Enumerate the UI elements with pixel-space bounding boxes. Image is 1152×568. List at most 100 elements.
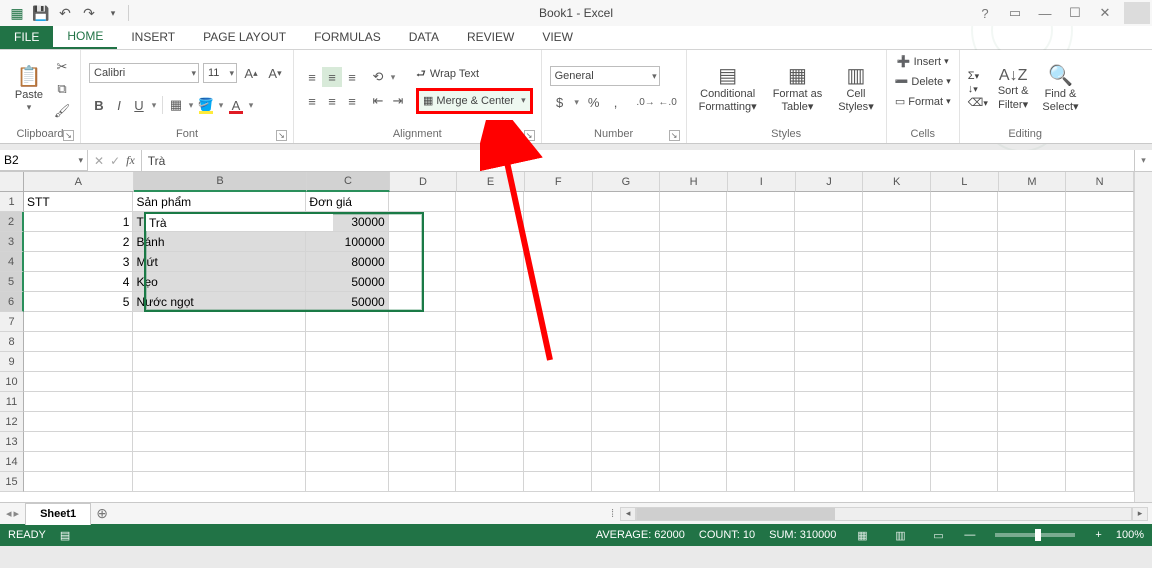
cell-H3[interactable]	[660, 232, 728, 252]
cell-A15[interactable]	[24, 472, 133, 492]
cell-L10[interactable]	[931, 372, 999, 392]
cell-H2[interactable]	[660, 212, 728, 232]
cell-L14[interactable]	[931, 452, 999, 472]
wrap-text-button[interactable]: ⮐ Wrap Text	[416, 65, 533, 84]
user-avatar[interactable]	[1124, 2, 1150, 24]
cell-I11[interactable]	[727, 392, 795, 412]
cell-E5[interactable]	[456, 272, 524, 292]
sort-filter-button[interactable]: A↓Z Sort &Filter▾	[994, 64, 1033, 114]
ribbon-display-button[interactable]: ▭	[1000, 1, 1030, 25]
cell-C15[interactable]	[306, 472, 388, 492]
cell-D15[interactable]	[389, 472, 457, 492]
cell-K1[interactable]	[863, 192, 931, 212]
cell-B9[interactable]	[133, 352, 306, 372]
cell-K14[interactable]	[863, 452, 931, 472]
cell-K8[interactable]	[863, 332, 931, 352]
cell-E14[interactable]	[456, 452, 524, 472]
cell-M1[interactable]	[998, 192, 1066, 212]
conditional-formatting-button[interactable]: ▤ ConditionalFormatting▾	[695, 62, 761, 116]
cell-B4[interactable]: Mứt	[133, 252, 306, 272]
copy-button[interactable]: ⧉	[52, 79, 72, 99]
cell-A4[interactable]: 3	[24, 252, 133, 272]
cell-C12[interactable]	[306, 412, 388, 432]
row-header-13[interactable]: 13	[0, 432, 24, 452]
qat-customize-icon[interactable]: ▾	[102, 2, 124, 24]
minimize-button[interactable]: —	[1030, 1, 1060, 25]
cell-F9[interactable]	[524, 352, 592, 372]
cell-E9[interactable]	[456, 352, 524, 372]
cut-button[interactable]: ✂	[52, 57, 72, 77]
alignment-launcher[interactable]: ↘	[524, 130, 535, 141]
column-header-G[interactable]: G	[593, 172, 661, 192]
cell-B8[interactable]	[133, 332, 306, 352]
cell-E2[interactable]	[456, 212, 524, 232]
cell-C9[interactable]	[306, 352, 388, 372]
cell-L5[interactable]	[931, 272, 999, 292]
cell-I12[interactable]	[727, 412, 795, 432]
grow-font-button[interactable]: A▴	[241, 63, 261, 83]
cell-E12[interactable]	[456, 412, 524, 432]
row-header-11[interactable]: 11	[0, 392, 24, 412]
cell-G11[interactable]	[592, 392, 660, 412]
maximize-button[interactable]: ☐	[1060, 1, 1090, 25]
cell-I7[interactable]	[727, 312, 795, 332]
cell-C7[interactable]	[306, 312, 388, 332]
cell-E15[interactable]	[456, 472, 524, 492]
cell-D10[interactable]	[389, 372, 457, 392]
cell-C14[interactable]	[306, 452, 388, 472]
cell-M10[interactable]	[998, 372, 1066, 392]
column-header-D[interactable]: D	[390, 172, 458, 192]
cell-A8[interactable]	[24, 332, 133, 352]
borders-button[interactable]: ▦	[166, 95, 186, 115]
cell-F1[interactable]	[524, 192, 592, 212]
cell-M7[interactable]	[998, 312, 1066, 332]
cell-N4[interactable]	[1066, 252, 1134, 272]
cell-I2[interactable]	[727, 212, 795, 232]
cell-H15[interactable]	[660, 472, 728, 492]
cell-K12[interactable]	[863, 412, 931, 432]
cell-G1[interactable]	[592, 192, 660, 212]
cell-D7[interactable]	[389, 312, 457, 332]
cell-H5[interactable]	[660, 272, 728, 292]
cell-H13[interactable]	[660, 432, 728, 452]
qat-redo-icon[interactable]: ↷	[78, 2, 100, 24]
cell-A11[interactable]	[24, 392, 133, 412]
cell-F11[interactable]	[524, 392, 592, 412]
zoom-in-button[interactable]: +	[1095, 529, 1101, 541]
cell-J2[interactable]	[795, 212, 863, 232]
vertical-scrollbar[interactable]	[1134, 172, 1152, 502]
row-header-3[interactable]: 3	[0, 232, 24, 252]
cell-H8[interactable]	[660, 332, 728, 352]
cell-G6[interactable]	[592, 292, 660, 312]
cell-M8[interactable]	[998, 332, 1066, 352]
cell-F15[interactable]	[524, 472, 592, 492]
row-header-6[interactable]: 6	[0, 292, 24, 312]
cell-C8[interactable]	[306, 332, 388, 352]
cell-G4[interactable]	[592, 252, 660, 272]
cell-F7[interactable]	[524, 312, 592, 332]
cell-J6[interactable]	[795, 292, 863, 312]
find-select-button[interactable]: 🔍 Find &Select▾	[1038, 62, 1082, 116]
cell-N5[interactable]	[1066, 272, 1134, 292]
cell-J12[interactable]	[795, 412, 863, 432]
cell-H1[interactable]	[660, 192, 728, 212]
cell-C13[interactable]	[306, 432, 388, 452]
clipboard-launcher[interactable]: ↘	[63, 130, 74, 141]
cell-N12[interactable]	[1066, 412, 1134, 432]
cell-K15[interactable]	[863, 472, 931, 492]
cell-K9[interactable]	[863, 352, 931, 372]
cell-A3[interactable]: 2	[24, 232, 133, 252]
cell-N11[interactable]	[1066, 392, 1134, 412]
comma-format-button[interactable]: ,	[606, 92, 626, 112]
cell-G15[interactable]	[592, 472, 660, 492]
cell-G9[interactable]	[592, 352, 660, 372]
row-header-10[interactable]: 10	[0, 372, 24, 392]
cell-A6[interactable]: 5	[24, 292, 133, 312]
cell-G5[interactable]	[592, 272, 660, 292]
shrink-font-button[interactable]: A▾	[265, 63, 285, 83]
zoom-out-button[interactable]: —	[964, 529, 975, 541]
cell-E1[interactable]	[456, 192, 524, 212]
cell-A7[interactable]	[24, 312, 133, 332]
cell-J9[interactable]	[795, 352, 863, 372]
cell-D11[interactable]	[389, 392, 457, 412]
